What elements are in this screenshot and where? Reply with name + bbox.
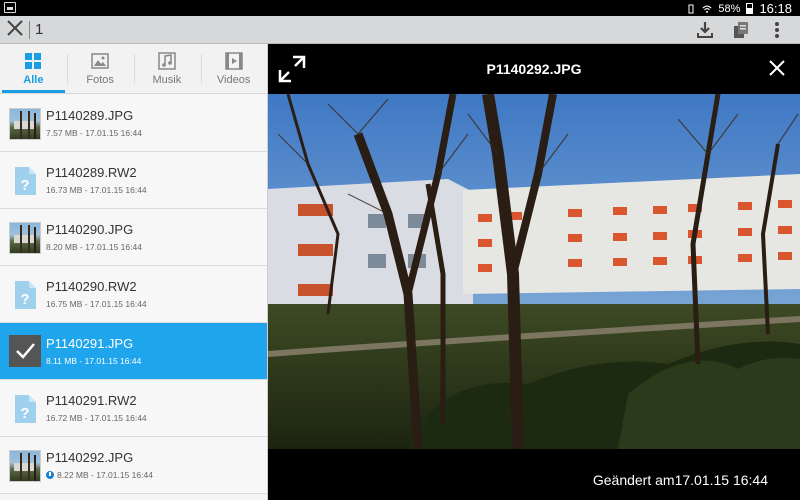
checkmark-icon[interactable] <box>9 335 41 367</box>
photo-thumbnail <box>9 108 41 140</box>
tab-videos[interactable]: Videos <box>200 44 267 93</box>
file-meta: 16.72 MB - 17.01.15 16:44 <box>46 413 147 423</box>
close-icon[interactable] <box>768 59 786 77</box>
photo-thumbnail <box>9 450 41 482</box>
divider <box>29 21 30 39</box>
file-name: P1140290.JPG <box>46 222 134 237</box>
unknown-file-icon: ? <box>15 167 36 195</box>
copy-icon[interactable] <box>730 19 752 41</box>
file-row-p1140291-rw2[interactable]: ? P1140291.RW2 16.72 MB - 17.01.15 16:44 <box>0 380 267 437</box>
download-icon[interactable] <box>694 19 716 41</box>
battery-percent: 58% <box>718 2 741 15</box>
selection-action-bar: 1 <box>0 16 800 44</box>
tab-label: Fotos <box>86 74 114 86</box>
music-icon <box>158 52 176 70</box>
tab-fotos[interactable]: Fotos <box>67 44 134 93</box>
grid-icon <box>25 53 42 69</box>
file-meta: 16.75 MB - 17.01.15 16:44 <box>46 299 147 309</box>
download-status-icon <box>46 471 54 479</box>
image-icon <box>91 53 109 69</box>
file-meta: 8.20 MB - 17.01.15 16:44 <box>46 242 142 252</box>
wifi-icon <box>702 5 712 13</box>
file-browser-panel: Alle Fotos Musik Videos P1140289.JPG 7.5… <box>0 44 268 500</box>
file-name: P1140291.RW2 <box>46 393 137 408</box>
tab-label: Musik <box>152 74 182 86</box>
tab-divider <box>67 54 68 84</box>
svg-text:?: ? <box>20 291 29 308</box>
tab-musik[interactable]: Musik <box>134 44 201 93</box>
clock: 16:18 <box>759 1 792 16</box>
file-name: P1140291.JPG <box>46 336 134 351</box>
category-tabs: Alle Fotos Musik Videos <box>0 44 267 94</box>
status-bar: 58% 16:18 <box>0 0 800 16</box>
file-meta: 8.22 MB - 17.01.15 16:44 <box>57 470 153 480</box>
file-row-p1140289-jpg[interactable]: P1140289.JPG 7.57 MB - 17.01.15 16:44 <box>0 95 267 152</box>
image-title: P1140292.JPG <box>486 61 582 77</box>
tab-alle[interactable]: Alle <box>0 44 67 93</box>
photo-thumbnail <box>9 222 41 254</box>
file-meta: 16.73 MB - 17.01.15 16:44 <box>46 185 147 195</box>
image-viewer: P1140292.JPG Geändert am17.01.15 16:44 <box>268 44 800 500</box>
tab-divider <box>201 54 202 84</box>
file-meta: 8.11 MB - 17.01.15 16:44 <box>46 356 142 366</box>
tab-label: Alle <box>23 74 44 86</box>
file-row-p1140292-jpg[interactable]: P1140292.JPG 8.22 MB - 17.01.15 16:44 <box>0 437 267 494</box>
file-row-p1140290-rw2[interactable]: ? P1140290.RW2 16.75 MB - 17.01.15 16:44 <box>0 266 267 323</box>
file-row-p1140291-jpg[interactable]: P1140291.JPG 8.11 MB - 17.01.15 16:44 <box>0 323 267 380</box>
file-row-p1140290-jpg[interactable]: P1140290.JPG 8.20 MB - 17.01.15 16:44 <box>0 209 267 266</box>
tab-label: Videos <box>216 74 251 86</box>
unknown-file-icon: ? <box>15 395 36 423</box>
more-options-icon[interactable] <box>766 19 788 41</box>
battery-icon <box>746 3 754 14</box>
file-row-p1140289-rw2[interactable]: ? P1140289.RW2 16.73 MB - 17.01.15 16:44 <box>0 152 267 209</box>
svg-text:?: ? <box>20 405 29 422</box>
file-name: P1140292.JPG <box>46 450 134 465</box>
file-list: P1140289.JPG 7.57 MB - 17.01.15 16:44 ? … <box>0 95 267 494</box>
vibrate-icon <box>688 4 694 13</box>
file-name: P1140289.RW2 <box>46 165 137 180</box>
screenshot-notification-icon <box>4 2 16 13</box>
close-selection-icon[interactable] <box>4 19 26 41</box>
file-name: P1140290.RW2 <box>46 279 137 294</box>
file-name: P1140289.JPG <box>46 108 134 123</box>
video-icon <box>224 52 243 70</box>
tab-divider <box>134 54 135 84</box>
unknown-file-icon: ? <box>15 281 36 309</box>
selected-count: 1 <box>35 21 44 38</box>
file-meta: 7.57 MB - 17.01.15 16:44 <box>46 128 142 138</box>
modified-info: Geändert am17.01.15 16:44 <box>592 472 768 488</box>
svg-text:?: ? <box>20 177 29 194</box>
photo-preview <box>268 94 800 449</box>
